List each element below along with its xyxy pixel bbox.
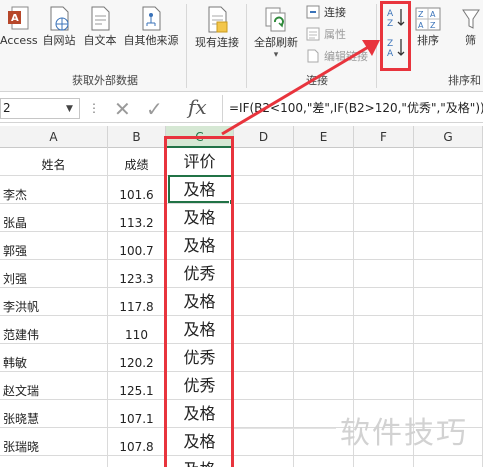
watermark-text: 软件技巧 [340,416,468,451]
annotation-arrow [221,40,380,136]
watermark-line [234,428,336,429]
